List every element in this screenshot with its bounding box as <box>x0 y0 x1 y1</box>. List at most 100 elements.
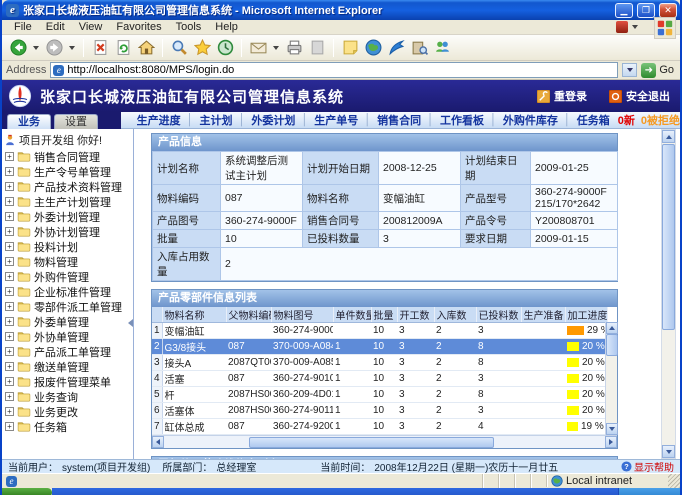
safe-exit-button[interactable]: 安全退出 <box>609 88 670 104</box>
scroll-down-icon[interactable] <box>606 423 618 435</box>
address-input[interactable]: e http://localhost:8080/MPS/login.do <box>50 62 618 78</box>
sidebar-item[interactable]: +外委单管理 <box>2 314 133 329</box>
expand-icon[interactable]: + <box>5 377 14 386</box>
sidebar-item[interactable]: +物料管理 <box>2 254 133 269</box>
main-vertical-scrollbar[interactable] <box>661 129 676 459</box>
back-icon[interactable] <box>8 38 28 58</box>
sidebar-item[interactable]: +业务更改 <box>2 404 133 419</box>
tab-settings[interactable]: 设置 <box>54 114 98 129</box>
sidebar-item[interactable]: +零部件派工单管理 <box>2 299 133 314</box>
parts-row[interactable]: 2G3/8接头087370-009-A084011032820 % <box>152 339 607 355</box>
sidebar-collapse-icon[interactable] <box>128 319 133 327</box>
expand-icon[interactable]: + <box>5 407 14 416</box>
scroll-left-icon[interactable] <box>152 436 164 448</box>
tab-business[interactable]: 业务 <box>7 114 51 129</box>
resize-grip[interactable] <box>668 474 680 489</box>
expand-icon[interactable]: + <box>5 287 14 296</box>
sidebar-item[interactable]: +销售合同管理 <box>2 149 133 164</box>
expand-icon[interactable]: + <box>5 272 14 281</box>
nav-item-2[interactable]: 外委计划 <box>251 112 295 128</box>
sidebar-item[interactable]: +任务箱 <box>2 419 133 434</box>
menu-item-help[interactable]: Help <box>209 21 244 33</box>
sidebar-item[interactable]: +主生产计划管理 <box>2 194 133 209</box>
parts-row[interactable]: 4活塞087360-274-9010F11032320 % <box>152 371 607 387</box>
nav-item-3[interactable]: 生产单号 <box>314 112 358 128</box>
pdf-toolbar-button[interactable] <box>616 21 640 33</box>
mail-icon[interactable] <box>248 38 268 58</box>
sidebar-item[interactable]: +业务查询 <box>2 389 133 404</box>
search-icon[interactable] <box>169 38 189 58</box>
nav-item-1[interactable]: 主计划 <box>200 112 233 128</box>
scroll-right-icon[interactable] <box>605 436 617 448</box>
menu-item-tools[interactable]: Tools <box>170 21 208 33</box>
edit-icon[interactable] <box>307 38 327 58</box>
nav-item-6[interactable]: 外购件库存 <box>503 112 558 128</box>
parts-row[interactable]: 6活塞体2087HS002360-274-9011W11032320 % <box>152 403 607 419</box>
nav-badge-new[interactable]: 0新 <box>618 112 635 128</box>
maximize-icon[interactable]: ❐ <box>637 3 655 18</box>
globe-icon[interactable] <box>363 38 383 58</box>
sidebar-item[interactable]: +外购件管理 <box>2 269 133 284</box>
research-icon[interactable] <box>409 38 429 58</box>
home-icon[interactable] <box>136 38 156 58</box>
print-icon[interactable] <box>284 38 304 58</box>
expand-icon[interactable]: + <box>5 242 14 251</box>
parts-row[interactable]: 7缸体总成087360-274-9200F11032419 % <box>152 419 607 435</box>
menu-item-edit[interactable]: Edit <box>40 21 71 33</box>
refresh-icon[interactable] <box>113 38 133 58</box>
forward-icon[interactable] <box>44 38 64 58</box>
mail-dropdown-caret[interactable] <box>273 46 279 50</box>
expand-icon[interactable]: + <box>5 257 14 266</box>
hscroll-thumb[interactable] <box>249 437 494 448</box>
sidebar-item[interactable]: +产品派工单管理 <box>2 344 133 359</box>
expand-icon[interactable]: + <box>5 422 14 431</box>
history-icon[interactable] <box>215 38 235 58</box>
favorites-icon[interactable] <box>192 38 212 58</box>
messenger-icon[interactable] <box>432 38 452 58</box>
stop-icon[interactable] <box>90 38 110 58</box>
sidebar-item[interactable]: +缴送单管理 <box>2 359 133 374</box>
sidebar-item[interactable]: +投料计划 <box>2 239 133 254</box>
scroll-up-icon[interactable] <box>606 322 618 334</box>
scroll-thumb[interactable] <box>606 334 618 356</box>
expand-icon[interactable]: + <box>5 197 14 206</box>
expand-icon[interactable]: + <box>5 362 14 371</box>
expand-icon[interactable]: + <box>5 212 14 221</box>
forward-dropdown-caret[interactable] <box>69 46 75 50</box>
expand-icon[interactable]: + <box>5 182 14 191</box>
main-scroll-down-icon[interactable] <box>662 445 675 458</box>
nav-item-5[interactable]: 工作看板 <box>440 112 484 128</box>
expand-icon[interactable]: + <box>5 332 14 341</box>
go-button[interactable]: ➜ Go <box>641 63 676 78</box>
sidebar-item[interactable]: +报废件管理菜单 <box>2 374 133 389</box>
nav-item-7[interactable]: 任务箱 <box>577 112 610 128</box>
back-dropdown-caret[interactable] <box>33 46 39 50</box>
main-scroll-thumb[interactable] <box>662 144 675 330</box>
parts-vertical-scrollbar[interactable] <box>605 322 617 435</box>
menu-item-favorites[interactable]: Favorites <box>110 21 167 33</box>
nav-badge-rejected[interactable]: 0被拒绝 <box>641 112 680 128</box>
start-button[interactable] <box>2 488 52 495</box>
relogin-button[interactable]: 重登录 <box>537 88 587 104</box>
notes-icon[interactable] <box>340 38 360 58</box>
sidebar-item[interactable]: +产品技术资料管理 <box>2 179 133 194</box>
expand-icon[interactable]: + <box>5 347 14 356</box>
minimize-icon[interactable]: ▁ <box>615 3 633 18</box>
show-help-link[interactable]: ? 显示帮助 <box>621 459 674 474</box>
parts-row[interactable]: 5杆2087HS002360-209-4D01011032820 % <box>152 387 607 403</box>
sidebar-item[interactable]: +外协单管理 <box>2 329 133 344</box>
parts-row[interactable]: 1变幅油缸360-274-9000F1032329 % <box>152 323 607 339</box>
address-dropdown[interactable] <box>622 63 637 77</box>
expand-icon[interactable]: + <box>5 167 14 176</box>
close-icon[interactable]: ✕ <box>659 3 677 18</box>
sidebar-item[interactable]: +外协计划管理 <box>2 224 133 239</box>
sidebar-item[interactable]: +外委计划管理 <box>2 209 133 224</box>
expand-icon[interactable]: + <box>5 227 14 236</box>
sidebar-item[interactable]: +生产令号单管理 <box>2 164 133 179</box>
sidebar-item[interactable]: +企业标准件管理 <box>2 284 133 299</box>
expand-icon[interactable]: + <box>5 392 14 401</box>
main-scroll-up-icon[interactable] <box>662 130 675 143</box>
expand-icon[interactable]: + <box>5 302 14 311</box>
expand-icon[interactable]: + <box>5 317 14 326</box>
parts-horizontal-scrollbar[interactable] <box>152 435 617 448</box>
